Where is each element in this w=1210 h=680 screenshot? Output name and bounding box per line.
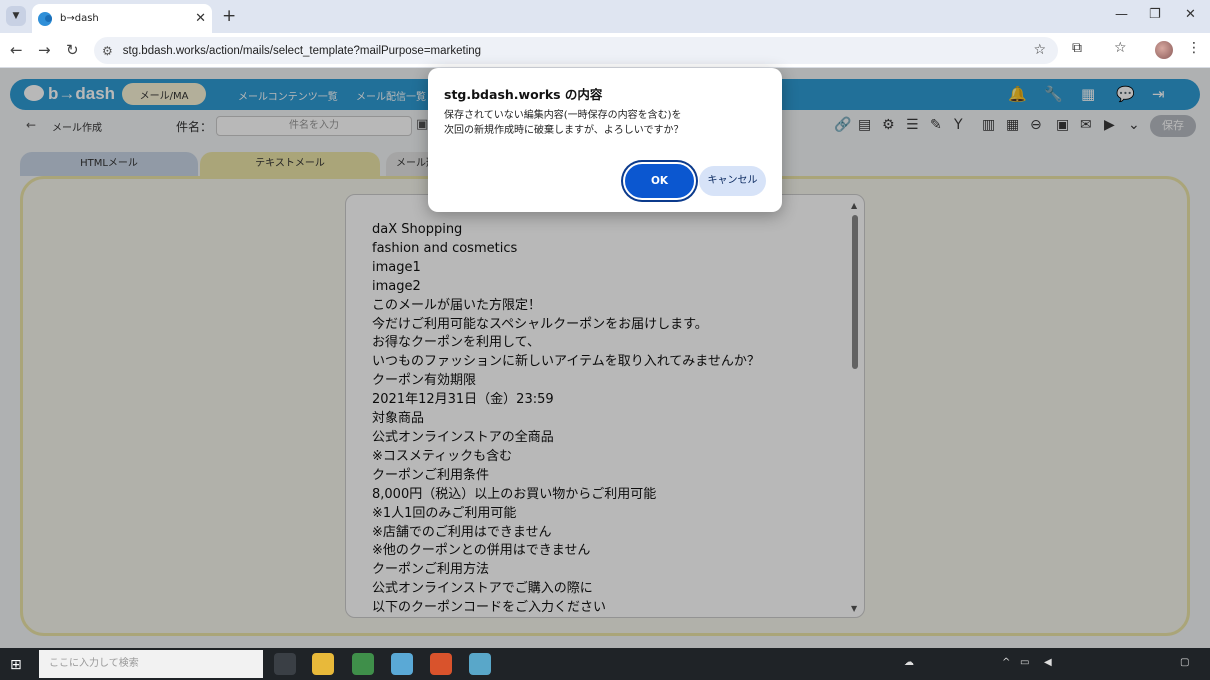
confirm-dialog: stg.bdash.works の内容 保存されていない編集内容(一時保存の内容…: [428, 68, 782, 212]
file-explorer-icon[interactable]: [312, 653, 334, 675]
notification-icon[interactable]: ▢: [1180, 657, 1189, 668]
minimize-icon[interactable]: —: [1115, 7, 1128, 22]
chrome-icon[interactable]: [352, 653, 374, 675]
close-window-icon[interactable]: ✕: [1185, 7, 1196, 22]
bdash-favicon-icon: [38, 11, 52, 26]
profile-avatar[interactable]: [1155, 41, 1173, 59]
address-toolbar: ← → ↻ ⚙ stg.bdash.works/action/mails/sel…: [0, 33, 1210, 68]
dialog-message-line-1: 保存されていない編集内容(一時保存の内容を含む)を: [444, 110, 682, 121]
tray-chevron-icon[interactable]: ^: [1002, 657, 1010, 668]
dialog-message: 保存されていない編集内容(一時保存の内容を含む)を 次回の新規作成時に破棄します…: [444, 108, 684, 138]
speaker-icon[interactable]: ◀: [1044, 657, 1052, 668]
restore-icon[interactable]: ❐: [1149, 7, 1161, 22]
new-tab-plus-icon[interactable]: +: [222, 6, 236, 26]
extensions-icon[interactable]: ⧉: [1072, 40, 1082, 56]
bookmarks-icon[interactable]: ☆: [1114, 40, 1127, 56]
app-icon-teal[interactable]: [469, 653, 491, 675]
browser-tab-strip: ▼ b→dash ✕ + — ❐ ✕: [0, 0, 1210, 33]
cancel-button[interactable]: キャンセル: [699, 166, 766, 196]
browser-tab[interactable]: b→dash ✕: [32, 4, 212, 33]
app-icon-blue[interactable]: [391, 653, 413, 675]
url-bar[interactable]: ⚙ stg.bdash.works/action/mails/select_te…: [94, 37, 1058, 64]
os-taskbar: ⊞ ここに入力して検索 ☁ ^ ▭ ◀ ▢: [0, 648, 1210, 680]
reload-icon[interactable]: ↻: [66, 41, 79, 59]
dialog-title: stg.bdash.works の内容: [444, 87, 603, 102]
app-icon-orange[interactable]: [430, 653, 452, 675]
network-icon[interactable]: ▭: [1020, 657, 1029, 668]
site-info-icon[interactable]: ⚙: [102, 44, 113, 58]
dialog-message-line-2: 次回の新規作成時に破棄しますが、よろしいですか？: [444, 125, 684, 136]
forward-icon[interactable]: →: [38, 41, 51, 59]
bookmark-star-icon[interactable]: ☆: [1033, 42, 1046, 58]
tab-search-chevron-down-icon[interactable]: ▼: [6, 6, 26, 26]
close-tab-icon[interactable]: ✕: [195, 11, 206, 26]
task-view-icon[interactable]: [274, 653, 296, 675]
ok-button[interactable]: OK: [625, 164, 694, 198]
windows-start-icon[interactable]: ⊞: [10, 657, 22, 673]
weather-icon[interactable]: ☁: [904, 657, 914, 668]
url-text[interactable]: stg.bdash.works/action/mails/select_temp…: [123, 45, 481, 57]
tab-title: b→dash: [60, 13, 99, 24]
taskbar-search-input[interactable]: ここに入力して検索: [39, 650, 263, 678]
back-icon[interactable]: ←: [10, 41, 23, 59]
more-icon[interactable]: ⋮: [1187, 40, 1201, 56]
